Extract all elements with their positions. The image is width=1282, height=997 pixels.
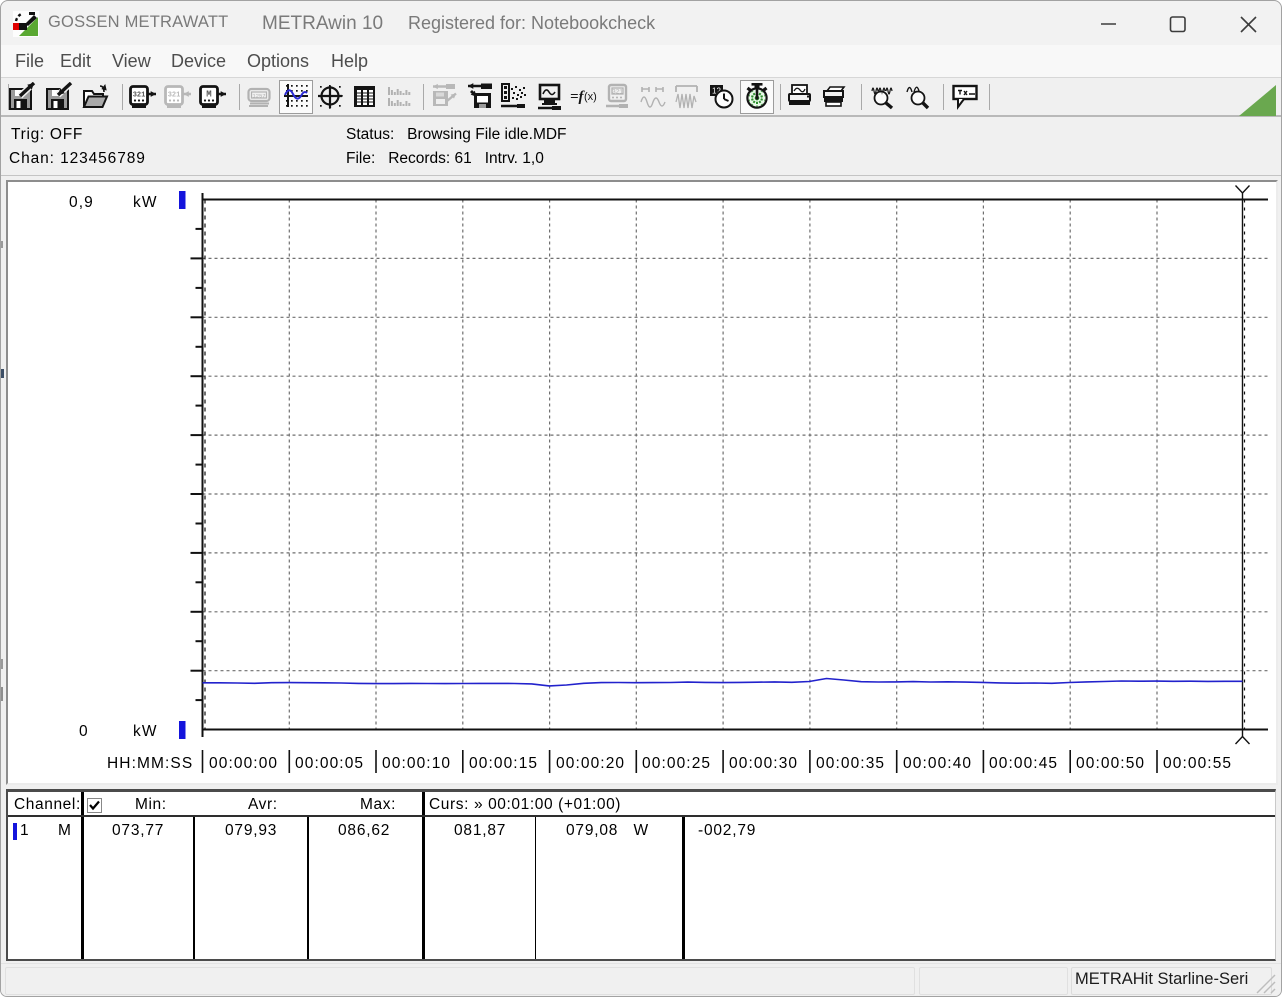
svg-text:321: 321: [168, 92, 181, 100]
svg-text:1257: 1257: [252, 92, 265, 99]
svg-text:M: M: [206, 90, 211, 100]
svg-text:321: 321: [133, 92, 146, 100]
svg-text:(x): (x): [584, 91, 597, 103]
svg-text:321: 321: [612, 89, 623, 96]
